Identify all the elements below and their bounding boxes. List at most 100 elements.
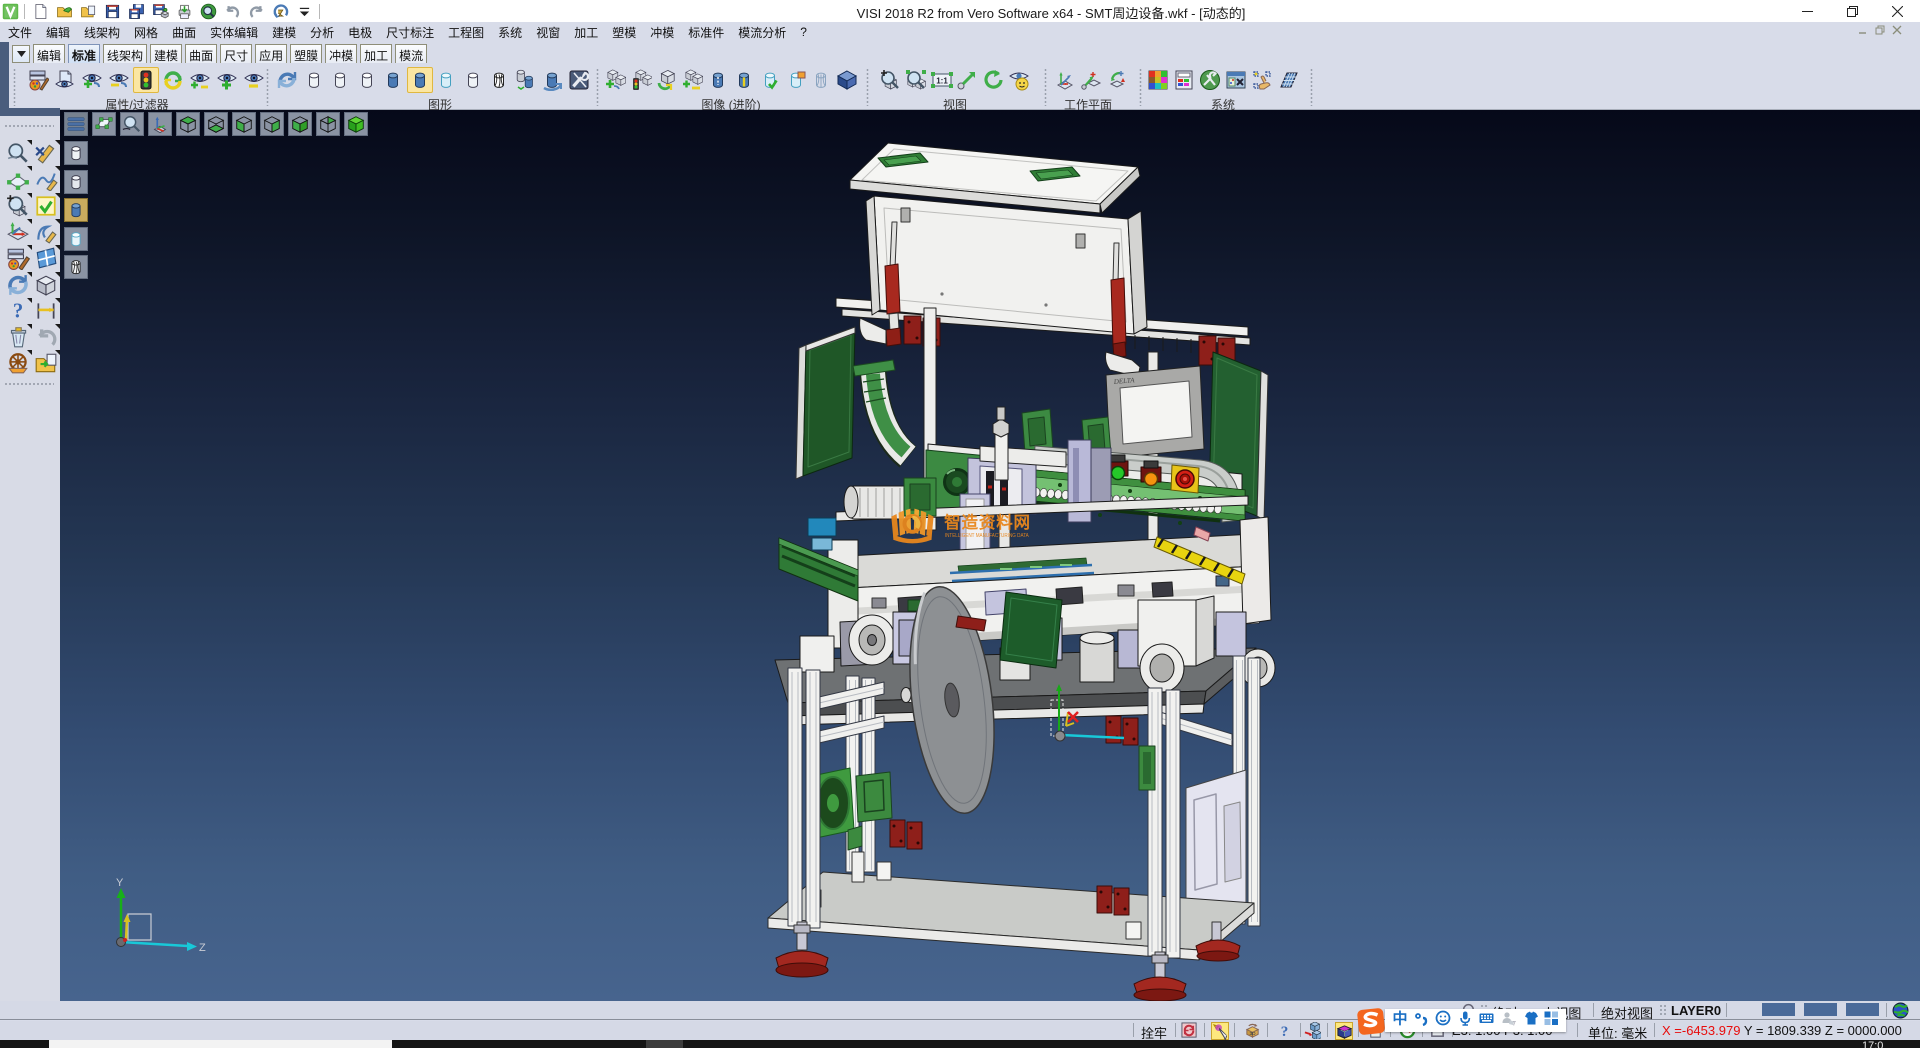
ribbon-button-refresh-recycle[interactable]	[160, 67, 186, 93]
ribbon-button-traffic-light[interactable]	[133, 67, 159, 93]
view-button-cube-right[interactable]	[260, 112, 284, 136]
tool-layers-brush[interactable]	[6, 246, 32, 272]
menu-item-15[interactable]: 冲模	[650, 22, 674, 43]
tool-spline-pencil[interactable]	[34, 167, 60, 193]
mdi-restore-icon[interactable]	[1875, 25, 1885, 35]
tool-measure-dist[interactable]	[34, 299, 60, 325]
menu-item-12[interactable]: 视窗	[536, 22, 560, 43]
tab-dropdown-button[interactable]	[12, 45, 30, 63]
ribbon-button-cyl-cyan[interactable]	[433, 67, 459, 93]
ime-keyboard-button[interactable]	[1478, 1010, 1494, 1031]
tool-ucs-plane[interactable]	[6, 220, 32, 246]
menu-item-9[interactable]: 尺寸标注	[386, 22, 434, 43]
ribbon-button-cube-recycle[interactable]	[654, 67, 680, 93]
ime-smiley-button[interactable]	[1435, 1010, 1451, 1031]
ribbon-button-cyl-cyan-orange[interactable]	[783, 67, 809, 93]
ribbon-tab-塑膜[interactable]: 塑膜	[290, 44, 322, 63]
ime-grid-button[interactable]	[1543, 1010, 1559, 1031]
ribbon-button-cyl-blue[interactable]	[380, 67, 406, 93]
ribbon-button-arrow-ne[interactable]	[954, 67, 980, 93]
menu-item-4[interactable]: 曲面	[172, 22, 196, 43]
tool-erase-pencil[interactable]	[34, 141, 60, 167]
render-mode-cyls-outline[interactable]	[64, 141, 88, 165]
ribbon-button-cubes-traffic[interactable]	[628, 67, 654, 93]
menu-item-8[interactable]: 电极	[348, 22, 372, 43]
ribbon-button-window-tools[interactable]	[1223, 67, 1249, 93]
ribbon-button-cyl-stripe[interactable]	[731, 67, 757, 93]
ribbon-button-eye-plusminus[interactable]	[187, 67, 213, 93]
ribbon-button-hand-points[interactable]	[1249, 67, 1275, 93]
menu-item-0[interactable]: 文件	[8, 22, 32, 43]
toolbar-handle[interactable]	[4, 124, 54, 129]
ribbon-button-cube-blue[interactable]	[834, 67, 860, 93]
viewport-3d[interactable]: DELTA	[60, 110, 1920, 1001]
ribbon-button-cyl-outline[interactable]	[460, 67, 486, 93]
menu-item-7[interactable]: 分析	[310, 22, 334, 43]
status-layer[interactable]: LAYER0	[1671, 1003, 1721, 1018]
view-button-cube-front[interactable]	[232, 112, 256, 136]
ribbon-button-cyl-outline[interactable]	[354, 67, 380, 93]
ribbon-tab-标准[interactable]: 标准	[68, 44, 100, 63]
ribbon-tab-冲模[interactable]: 冲模	[325, 44, 357, 63]
menu-item-16[interactable]: 标准件	[688, 22, 724, 43]
ribbon-button-wrench-globe[interactable]	[1197, 67, 1223, 93]
view-button-vp-menu[interactable]	[64, 112, 88, 136]
taskbar-app-button-2[interactable]	[646, 1040, 683, 1048]
ribbon-button-cyl-hatch[interactable]	[486, 67, 512, 93]
menu-item-13[interactable]: 加工	[574, 22, 598, 43]
menu-item-18[interactable]: ?	[800, 23, 807, 41]
save-cube-button[interactable]	[148, 2, 172, 21]
ribbon-button-eye-smiley[interactable]	[1006, 67, 1032, 93]
ribbon-button-cyl-wire[interactable]	[808, 67, 834, 93]
restore-button[interactable]	[1830, 0, 1875, 22]
ribbon-button-cubes-plusminus[interactable]	[679, 67, 705, 93]
ribbon-button-attr-palette[interactable]	[25, 67, 51, 93]
ribbon-button-eye-plus[interactable]	[214, 67, 240, 93]
render-mode-cyls-hatch[interactable]	[64, 255, 88, 279]
render-mode-cyls-cyan[interactable]	[64, 227, 88, 251]
menu-item-1[interactable]: 编辑	[46, 22, 70, 43]
open-copy-button[interactable]	[76, 2, 100, 21]
minimize-button[interactable]	[1785, 0, 1830, 22]
status-tool-help-blue[interactable]: ?	[1277, 1022, 1295, 1040]
ribbon-tab-尺寸[interactable]: 尺寸	[220, 44, 252, 63]
ribbon-button-cyl-cyan-check[interactable]	[757, 67, 783, 93]
ribbon-tab-模流[interactable]: 模流	[395, 44, 427, 63]
tool-trash[interactable]	[6, 325, 32, 351]
save-as-button[interactable]	[124, 2, 148, 21]
view-button-cube-back[interactable]	[316, 112, 340, 136]
ribbon-button-wp-rotate[interactable]	[1103, 67, 1129, 93]
ribbon-button-eye-add[interactable]	[79, 67, 105, 93]
ribbon-button-one-to-one[interactable]: 1:1	[929, 67, 955, 93]
status-tool-pick-magic[interactable]	[1211, 1022, 1229, 1040]
ribbon-tab-线架构[interactable]: 线架构	[103, 44, 147, 63]
view-button-vp-plane[interactable]	[92, 112, 116, 136]
render-mode-cyls-outline2[interactable]	[64, 170, 88, 194]
new-file-button[interactable]	[28, 2, 52, 21]
ribbon-button-cubes-add[interactable]	[602, 67, 628, 93]
undo-history-button[interactable]	[268, 2, 292, 21]
ribbon-button-cyl-blue-dash[interactable]	[705, 67, 731, 93]
ribbon-button-cyl-outline[interactable]	[301, 67, 327, 93]
tool-window-blue[interactable]	[34, 246, 60, 272]
view-button-cube-bottom[interactable]	[204, 112, 228, 136]
ribbon-button-eye-minus[interactable]	[241, 67, 267, 93]
tool-help-q[interactable]: ?	[6, 299, 32, 325]
redo-button[interactable]	[244, 2, 268, 21]
menu-item-17[interactable]: 模流分析	[738, 22, 786, 43]
ribbon-button-cyl-outline[interactable]	[327, 67, 353, 93]
ribbon-button-calc-table[interactable]	[1171, 67, 1197, 93]
tool-cube-gray[interactable]	[34, 273, 60, 299]
ime-skin-button[interactable]	[1522, 1010, 1538, 1031]
status-tool-box-3d[interactable]: 3D	[1244, 1022, 1262, 1040]
view-button-vp-axis[interactable]	[148, 112, 172, 136]
mdi-close-icon[interactable]	[1892, 25, 1902, 35]
ribbon-tab-编辑[interactable]: 编辑	[33, 44, 65, 63]
ribbon-tab-建模[interactable]: 建模	[150, 44, 182, 63]
ribbon-button-rotate-green[interactable]	[980, 67, 1006, 93]
menu-item-5[interactable]: 实体编辑	[210, 22, 258, 43]
menu-item-3[interactable]: 网格	[134, 22, 158, 43]
ribbon-button-eye-edit[interactable]	[52, 67, 78, 93]
menu-item-11[interactable]: 系统	[498, 22, 522, 43]
tool-zoom-cube[interactable]	[6, 194, 32, 220]
